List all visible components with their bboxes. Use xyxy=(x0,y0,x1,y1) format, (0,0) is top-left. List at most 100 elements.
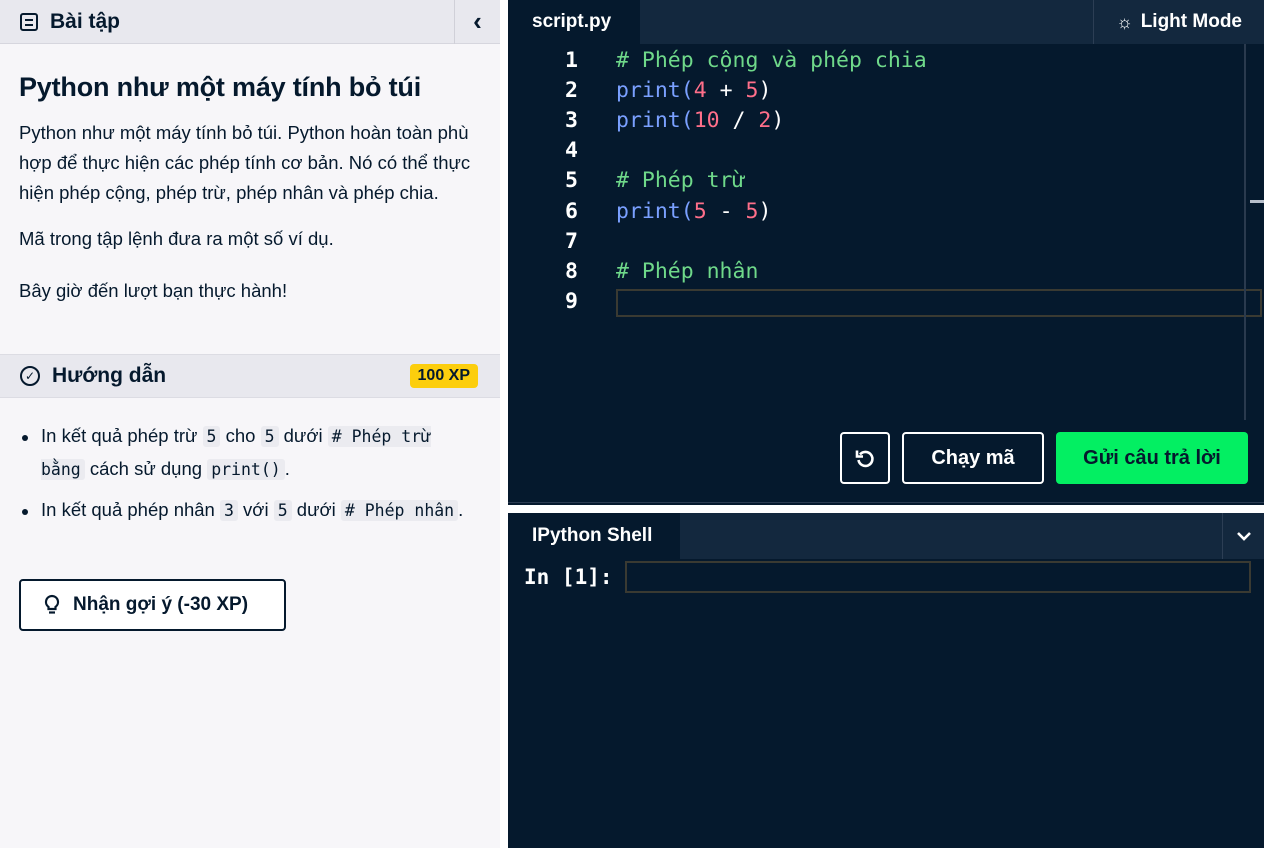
inline-code: print() xyxy=(207,459,285,480)
instruction-text: . xyxy=(458,499,464,520)
collapse-panel-button[interactable]: ‹ xyxy=(454,0,500,44)
instruction-text: với xyxy=(237,499,274,520)
chevron-left-icon: ‹ xyxy=(473,6,482,36)
code-paren: ) xyxy=(758,198,772,224)
sun-icon: ☼ xyxy=(1116,11,1133,32)
code-area[interactable]: 1 # Phép cộng và phép chia 2 print(4 + 5… xyxy=(508,44,1262,424)
chevron-down-icon xyxy=(1236,532,1251,541)
exercise-body: Python như một máy tính bỏ túi Python nh… xyxy=(0,44,500,306)
editor-actions: Chạy mã Gửi câu trả lời xyxy=(840,432,1248,484)
code-line-active[interactable]: 9 xyxy=(508,287,1262,317)
tab-script-label: script.py xyxy=(532,11,612,32)
inline-code: 5 xyxy=(202,426,221,447)
code-function: print xyxy=(616,107,681,133)
shell-tabs: IPython Shell xyxy=(508,513,1264,559)
instruction-item: In kết quả phép trừ 5 cho 5 dưới # Phép … xyxy=(19,420,479,486)
editor-tabs: script.py ☼ Light Mode xyxy=(508,0,1264,44)
line-number: 6 xyxy=(565,198,578,224)
inline-code: 5 xyxy=(273,500,292,521)
light-mode-button[interactable]: ☼ Light Mode xyxy=(1093,0,1264,44)
code-paren: ) xyxy=(758,77,772,103)
code-operator: + xyxy=(706,77,746,103)
line-number: 8 xyxy=(565,258,578,284)
instruction-item: In kết quả phép nhân 3 với 5 dưới # Phép… xyxy=(19,494,479,527)
exercise-header-title: Bài tập xyxy=(50,9,121,33)
code-function: print xyxy=(616,198,681,224)
line-number: 4 xyxy=(565,138,578,164)
shell-input[interactable] xyxy=(624,561,1251,593)
check-circle-icon: ✓ xyxy=(20,366,40,386)
exercise-description-2: Mã trong tập lệnh đưa ra một số ví dụ. xyxy=(19,228,334,249)
exercise-title: Python như một máy tính bỏ túi xyxy=(19,72,422,102)
code-paren: ( xyxy=(680,198,694,224)
line-number: 7 xyxy=(565,228,578,254)
shell-toggle-button[interactable] xyxy=(1222,513,1264,559)
line-number: 5 xyxy=(565,168,578,194)
code-line: 3 print(10 / 2) xyxy=(508,105,1248,135)
list-icon xyxy=(20,12,38,31)
panel-divider[interactable] xyxy=(500,0,508,848)
light-mode-label: Light Mode xyxy=(1140,11,1242,32)
editor-shell-divider[interactable] xyxy=(508,505,1264,513)
lightbulb-icon xyxy=(44,594,60,614)
code-line: 8 # Phép nhân xyxy=(508,256,1248,286)
code-line: 6 print(5 - 5) xyxy=(508,196,1248,226)
code-editor: script.py ☼ Light Mode 1 # Phép cộng và … xyxy=(508,0,1264,503)
exercise-description: Python như một máy tính bỏ túi. Python h… xyxy=(19,122,471,203)
code-line: 2 print(4 + 5) xyxy=(508,75,1248,105)
code-line: 7 xyxy=(508,226,1248,256)
instruction-text: . xyxy=(284,458,290,479)
code-line: 4 xyxy=(508,136,1248,166)
instructions-list: In kết quả phép trừ 5 cho 5 dưới # Phép … xyxy=(19,420,479,535)
instruction-text: In kết quả phép trừ xyxy=(41,425,203,446)
code-number: 5 xyxy=(745,198,759,224)
editor-scroll-marker xyxy=(1250,200,1264,203)
line-number: 2 xyxy=(565,77,578,103)
exercise-panel: Bài tập ‹ Python như một máy tính bỏ túi… xyxy=(0,0,500,848)
ipython-shell: IPython Shell In [1]: xyxy=(508,513,1264,848)
code-function: print xyxy=(616,77,681,103)
code-number: 10 xyxy=(693,107,720,133)
inline-code: # Phép nhân xyxy=(340,500,459,521)
hint-button[interactable]: Nhận gợi ý (-30 XP) xyxy=(19,579,286,631)
shell-prompt: In [1]: xyxy=(524,565,613,589)
code-paren: ( xyxy=(680,107,694,133)
instructions-header: ✓ Hướng dẫn 100 XP xyxy=(0,354,500,398)
code-number: 2 xyxy=(758,107,772,133)
code-line: 5 # Phép trừ xyxy=(508,166,1248,196)
shell-prompt-row: In [1]: xyxy=(508,559,1264,595)
code-comment: # Phép nhân xyxy=(616,258,759,284)
code-number: 4 xyxy=(693,77,707,103)
code-number: 5 xyxy=(745,77,759,103)
active-line-highlight xyxy=(616,288,1262,317)
code-comment: # Phép cộng và phép chia xyxy=(616,47,927,73)
instruction-text: cho xyxy=(220,425,261,446)
code-paren: ) xyxy=(771,107,785,133)
instruction-text: In kết quả phép nhân xyxy=(41,499,220,520)
line-number: 1 xyxy=(565,47,578,73)
tab-script[interactable]: script.py xyxy=(508,0,640,44)
instruction-text: cách sử dụng xyxy=(84,458,208,479)
reset-button[interactable] xyxy=(840,432,890,484)
instruction-text: dưới xyxy=(278,425,328,446)
reset-icon xyxy=(855,450,874,468)
run-code-button[interactable]: Chạy mã xyxy=(902,432,1044,484)
code-operator: - xyxy=(706,198,746,224)
tab-ipython-shell-label: IPython Shell xyxy=(532,525,653,546)
instruction-text: dưới xyxy=(291,499,341,520)
instructions-label: Hướng dẫn xyxy=(52,364,167,387)
exercise-description-3: Bây giờ đến lượt bạn thực hành! xyxy=(19,280,288,301)
code-paren: ( xyxy=(680,77,694,103)
code-comment: # Phép trừ xyxy=(616,168,746,194)
submit-answer-button[interactable]: Gửi câu trả lời xyxy=(1056,432,1248,484)
line-number: 3 xyxy=(565,107,578,133)
code-line: 1 # Phép cộng và phép chia xyxy=(508,45,1248,75)
tab-ipython-shell[interactable]: IPython Shell xyxy=(508,513,680,559)
code-number: 5 xyxy=(693,198,707,224)
code-operator: / xyxy=(719,107,759,133)
inline-code: 5 xyxy=(260,426,279,447)
exercise-header-title-wrap: Bài tập xyxy=(0,10,454,34)
editor-scrollbar[interactable] xyxy=(1244,44,1246,420)
inline-code: 3 xyxy=(219,500,238,521)
exercise-header: Bài tập ‹ xyxy=(0,0,500,44)
